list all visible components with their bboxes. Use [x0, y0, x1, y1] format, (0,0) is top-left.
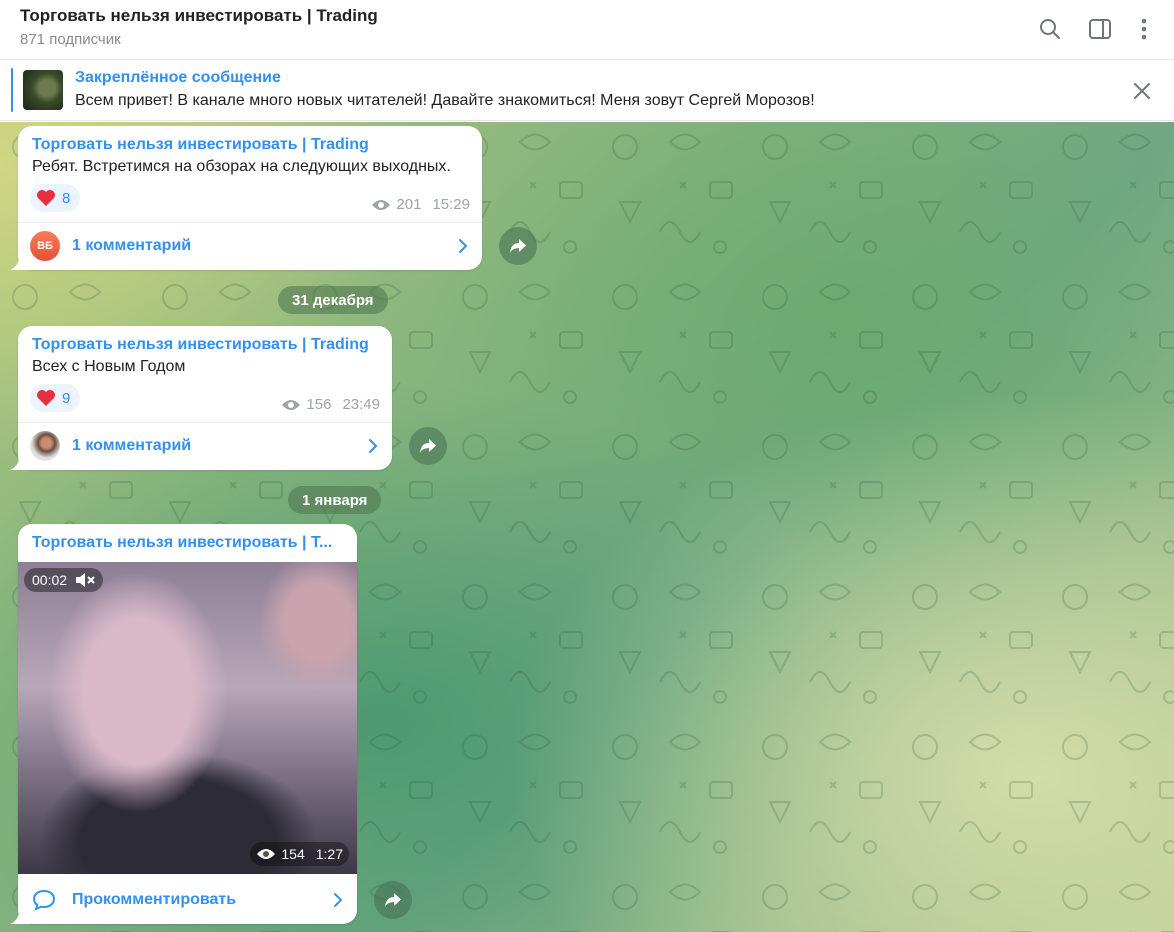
message-author[interactable]: Торговать нельзя инвестировать | T... — [32, 534, 347, 552]
views-icon — [257, 849, 276, 859]
message-author[interactable]: Торговать нельзя инвестировать | Trading — [32, 136, 472, 154]
comments-label: Прокомментировать — [72, 891, 237, 908]
pinned-title: Закреплённое сообщение — [75, 69, 281, 86]
video-player[interactable]: 00:02 154 1:27 — [18, 562, 357, 874]
view-count: 201 — [396, 196, 422, 213]
date-separator: 31 декабря — [278, 286, 388, 314]
avatar — [30, 431, 60, 461]
pinned-text: Всем привет! В канале много новых читате… — [75, 92, 815, 109]
reaction-count: 8 — [62, 189, 71, 207]
message-time: 23:49 — [342, 396, 380, 413]
chevron-right-icon — [459, 239, 468, 253]
video-elapsed: 00:02 — [32, 572, 68, 588]
comment-icon — [32, 889, 56, 911]
channel-title[interactable]: Торговать нельзя инвестировать | Trading — [20, 6, 378, 26]
message-text: Всех с Новым Годом — [32, 358, 186, 375]
views-icon — [282, 399, 301, 410]
message-bubble[interactable]: Торговать нельзя инвестировать | T... 00… — [10, 524, 357, 924]
comments-button[interactable]: ВБ 1 комментарий — [18, 222, 482, 270]
sidebar-toggle-icon[interactable] — [1085, 14, 1115, 44]
pinned-indicator — [11, 68, 13, 112]
close-icon[interactable] — [1130, 79, 1154, 103]
chevron-right-icon — [334, 893, 343, 907]
pinned-message[interactable]: Закреплённое сообщение Всем привет! В ка… — [0, 61, 1174, 121]
reaction-badge[interactable]: 8 — [30, 184, 81, 212]
message-meta: 156 23:49 — [281, 396, 380, 413]
chevron-right-icon — [369, 439, 378, 453]
forward-icon — [385, 893, 401, 907]
view-count: 156 — [306, 396, 332, 413]
heart-icon — [37, 190, 55, 206]
reaction-count: 9 — [62, 389, 71, 407]
message-text: Ребят. Встретимся на обзорах на следующи… — [32, 158, 451, 175]
message-bubble[interactable]: Торговать нельзя инвестировать | Trading… — [10, 326, 392, 470]
comment-button[interactable]: Прокомментировать — [18, 876, 357, 924]
view-count: 154 — [281, 846, 305, 862]
message-time: 1:27 — [315, 846, 343, 862]
reaction-badge[interactable]: 9 — [30, 384, 81, 412]
message-time: 15:29 — [432, 196, 470, 213]
views-icon — [372, 199, 391, 210]
forward-icon — [510, 239, 526, 253]
comments-button[interactable]: 1 комментарий — [18, 422, 392, 470]
date-separator: 1 января — [288, 486, 382, 514]
forward-icon — [420, 439, 436, 453]
message-bubble[interactable]: Торговать нельзя инвестировать | Trading… — [10, 126, 482, 270]
message-author[interactable]: Торговать нельзя инвестировать | Trading — [32, 336, 382, 354]
chat-background: Торговать нельзя инвестировать | Trading… — [0, 122, 1174, 932]
video-timer: 00:02 — [24, 568, 104, 592]
share-button[interactable] — [499, 227, 537, 265]
comments-label: 1 комментарий — [72, 237, 192, 254]
avatar: ВБ — [30, 231, 60, 261]
chat-header: Торговать нельзя инвестировать | Trading… — [0, 0, 1174, 60]
pinned-thumbnail — [23, 70, 63, 110]
comments-label: 1 комментарий — [72, 437, 192, 454]
share-button[interactable] — [409, 427, 447, 465]
message-meta: 201 15:29 — [371, 196, 470, 213]
share-button[interactable] — [374, 881, 412, 919]
video-meta: 154 1:27 — [250, 842, 349, 866]
subscriber-count: 871 подписчик — [20, 31, 121, 48]
search-icon[interactable] — [1035, 14, 1065, 44]
muted-icon[interactable] — [75, 572, 95, 588]
more-options-icon[interactable] — [1129, 14, 1159, 44]
heart-icon — [37, 390, 55, 406]
